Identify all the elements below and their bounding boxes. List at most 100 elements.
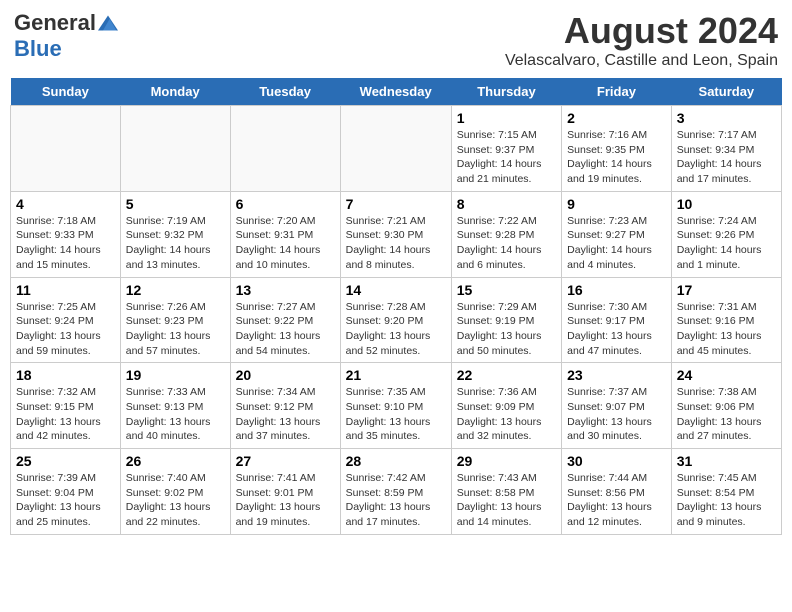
cell-info: Sunrise: 7:35 AM Sunset: 9:10 PM Dayligh… <box>346 385 446 444</box>
cell-info: Sunrise: 7:18 AM Sunset: 9:33 PM Dayligh… <box>16 214 115 273</box>
calendar-cell: 30 Sunrise: 7:44 AM Sunset: 8:56 PM Dayli… <box>562 449 672 535</box>
cell-date: 14 <box>346 282 446 298</box>
cell-info: Sunrise: 7:42 AM Sunset: 8:59 PM Dayligh… <box>346 471 446 530</box>
calendar-title: August 2024 <box>505 10 778 52</box>
cell-info: Sunrise: 7:41 AM Sunset: 9:01 PM Dayligh… <box>236 471 335 530</box>
day-header-thursday: Thursday <box>451 78 561 106</box>
cell-date: 7 <box>346 196 446 212</box>
cell-date: 13 <box>236 282 335 298</box>
header-row: SundayMondayTuesdayWednesdayThursdayFrid… <box>11 78 782 106</box>
day-header-saturday: Saturday <box>671 78 781 106</box>
cell-date: 21 <box>346 367 446 383</box>
cell-date: 4 <box>16 196 115 212</box>
calendar-cell: 11 Sunrise: 7:25 AM Sunset: 9:24 PM Dayli… <box>11 277 121 363</box>
cell-info: Sunrise: 7:34 AM Sunset: 9:12 PM Dayligh… <box>236 385 335 444</box>
cell-info: Sunrise: 7:31 AM Sunset: 9:16 PM Dayligh… <box>677 300 776 359</box>
cell-date: 26 <box>126 453 225 469</box>
calendar-cell: 4 Sunrise: 7:18 AM Sunset: 9:33 PM Daylig… <box>11 191 121 277</box>
calendar-cell: 9Sunrise: 7:23 AM Sunset: 9:27 PM Daylig… <box>562 191 672 277</box>
cell-date: 19 <box>126 367 225 383</box>
calendar-cell <box>120 106 230 192</box>
cell-date: 15 <box>457 282 556 298</box>
calendar-cell: 14 Sunrise: 7:28 AM Sunset: 9:20 PM Dayli… <box>340 277 451 363</box>
cell-date: 24 <box>677 367 776 383</box>
cell-date: 10 <box>677 196 776 212</box>
day-header-wednesday: Wednesday <box>340 78 451 106</box>
cell-date: 9 <box>567 196 666 212</box>
calendar-cell: 27 Sunrise: 7:41 AM Sunset: 9:01 PM Dayli… <box>230 449 340 535</box>
page-header: General Blue August 2024 Velascalvaro, C… <box>10 10 782 70</box>
cell-date: 17 <box>677 282 776 298</box>
calendar-cell: 25Sunrise: 7:39 AM Sunset: 9:04 PM Dayli… <box>11 449 121 535</box>
cell-info: Sunrise: 7:15 AM Sunset: 9:37 PM Dayligh… <box>457 128 556 187</box>
cell-date: 22 <box>457 367 556 383</box>
calendar-cell: 2 Sunrise: 7:16 AM Sunset: 9:35 PM Daylig… <box>562 106 672 192</box>
cell-date: 6 <box>236 196 335 212</box>
cell-info: Sunrise: 7:25 AM Sunset: 9:24 PM Dayligh… <box>16 300 115 359</box>
cell-date: 25 <box>16 453 115 469</box>
calendar-cell: 3 Sunrise: 7:17 AM Sunset: 9:34 PM Daylig… <box>671 106 781 192</box>
calendar-cell: 20 Sunrise: 7:34 AM Sunset: 9:12 PM Dayli… <box>230 363 340 449</box>
cell-info: Sunrise: 7:28 AM Sunset: 9:20 PM Dayligh… <box>346 300 446 359</box>
calendar-cell: 16 Sunrise: 7:30 AM Sunset: 9:17 PM Dayli… <box>562 277 672 363</box>
calendar-cell: 8 Sunrise: 7:22 AM Sunset: 9:28 PM Daylig… <box>451 191 561 277</box>
cell-info: Sunrise: 7:36 AM Sunset: 9:09 PM Dayligh… <box>457 385 556 444</box>
cell-info: Sunrise: 7:24 AM Sunset: 9:26 PM Dayligh… <box>677 214 776 273</box>
title-block: August 2024 Velascalvaro, Castille and L… <box>505 10 778 70</box>
cell-date: 16 <box>567 282 666 298</box>
day-header-friday: Friday <box>562 78 672 106</box>
cell-date: 27 <box>236 453 335 469</box>
cell-date: 20 <box>236 367 335 383</box>
logo-icon <box>98 13 118 33</box>
day-header-tuesday: Tuesday <box>230 78 340 106</box>
day-header-sunday: Sunday <box>11 78 121 106</box>
cell-info: Sunrise: 7:17 AM Sunset: 9:34 PM Dayligh… <box>677 128 776 187</box>
cell-info: Sunrise: 7:38 AM Sunset: 9:06 PM Dayligh… <box>677 385 776 444</box>
week-row-1: 1Sunrise: 7:15 AM Sunset: 9:37 PM Daylig… <box>11 106 782 192</box>
calendar-cell: 31 Sunrise: 7:45 AM Sunset: 8:54 PM Dayli… <box>671 449 781 535</box>
cell-date: 8 <box>457 196 556 212</box>
calendar-cell: 12 Sunrise: 7:26 AM Sunset: 9:23 PM Dayli… <box>120 277 230 363</box>
week-row-5: 25Sunrise: 7:39 AM Sunset: 9:04 PM Dayli… <box>11 449 782 535</box>
cell-date: 11 <box>16 282 115 298</box>
cell-info: Sunrise: 7:16 AM Sunset: 9:35 PM Dayligh… <box>567 128 666 187</box>
calendar-cell: 10 Sunrise: 7:24 AM Sunset: 9:26 PM Dayli… <box>671 191 781 277</box>
calendar-cell: 15 Sunrise: 7:29 AM Sunset: 9:19 PM Dayli… <box>451 277 561 363</box>
cell-date: 2 <box>567 110 666 126</box>
cell-info: Sunrise: 7:44 AM Sunset: 8:56 PM Dayligh… <box>567 471 666 530</box>
cell-date: 23 <box>567 367 666 383</box>
cell-date: 28 <box>346 453 446 469</box>
calendar-cell: 19 Sunrise: 7:33 AM Sunset: 9:13 PM Dayli… <box>120 363 230 449</box>
logo: General Blue <box>14 10 118 62</box>
day-header-monday: Monday <box>120 78 230 106</box>
cell-info: Sunrise: 7:45 AM Sunset: 8:54 PM Dayligh… <box>677 471 776 530</box>
calendar-cell: 7Sunrise: 7:21 AM Sunset: 9:30 PM Daylig… <box>340 191 451 277</box>
calendar-cell <box>340 106 451 192</box>
cell-info: Sunrise: 7:37 AM Sunset: 9:07 PM Dayligh… <box>567 385 666 444</box>
cell-date: 12 <box>126 282 225 298</box>
calendar-subtitle: Velascalvaro, Castille and Leon, Spain <box>505 52 778 70</box>
calendar-cell: 26 Sunrise: 7:40 AM Sunset: 9:02 PM Dayli… <box>120 449 230 535</box>
cell-date: 30 <box>567 453 666 469</box>
cell-info: Sunrise: 7:27 AM Sunset: 9:22 PM Dayligh… <box>236 300 335 359</box>
calendar-cell: 17 Sunrise: 7:31 AM Sunset: 9:16 PM Dayli… <box>671 277 781 363</box>
calendar-cell <box>230 106 340 192</box>
logo-general-text: General <box>14 10 96 36</box>
calendar-cell: 13 Sunrise: 7:27 AM Sunset: 9:22 PM Dayli… <box>230 277 340 363</box>
cell-info: Sunrise: 7:26 AM Sunset: 9:23 PM Dayligh… <box>126 300 225 359</box>
cell-info: Sunrise: 7:33 AM Sunset: 9:13 PM Dayligh… <box>126 385 225 444</box>
calendar-cell <box>11 106 121 192</box>
cell-info: Sunrise: 7:30 AM Sunset: 9:17 PM Dayligh… <box>567 300 666 359</box>
cell-info: Sunrise: 7:40 AM Sunset: 9:02 PM Dayligh… <box>126 471 225 530</box>
calendar-cell: 18Sunrise: 7:32 AM Sunset: 9:15 PM Dayli… <box>11 363 121 449</box>
calendar-cell: 29Sunrise: 7:43 AM Sunset: 8:58 PM Dayli… <box>451 449 561 535</box>
cell-info: Sunrise: 7:29 AM Sunset: 9:19 PM Dayligh… <box>457 300 556 359</box>
cell-info: Sunrise: 7:22 AM Sunset: 9:28 PM Dayligh… <box>457 214 556 273</box>
calendar-cell: 5Sunrise: 7:19 AM Sunset: 9:32 PM Daylig… <box>120 191 230 277</box>
cell-date: 3 <box>677 110 776 126</box>
calendar-cell: 6Sunrise: 7:20 AM Sunset: 9:31 PM Daylig… <box>230 191 340 277</box>
calendar-table: SundayMondayTuesdayWednesdayThursdayFrid… <box>10 78 782 535</box>
cell-date: 31 <box>677 453 776 469</box>
calendar-cell: 24 Sunrise: 7:38 AM Sunset: 9:06 PM Dayli… <box>671 363 781 449</box>
cell-date: 18 <box>16 367 115 383</box>
